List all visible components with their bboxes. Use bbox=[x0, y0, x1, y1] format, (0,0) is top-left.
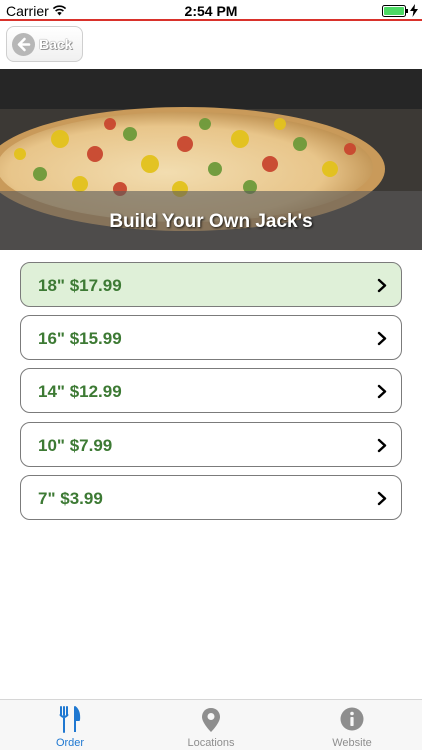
screen: Carrier 2:54 PM Back Build Your Own Jack… bbox=[0, 0, 422, 750]
size-option-14[interactable]: 14" $12.99 bbox=[20, 368, 402, 413]
size-label: 14" $12.99 bbox=[38, 382, 122, 401]
tab-website[interactable]: Website bbox=[282, 700, 422, 750]
tab-bar: Order Locations Website bbox=[0, 699, 422, 750]
tab-locations[interactable]: Locations bbox=[141, 700, 281, 750]
back-arrow-icon bbox=[12, 33, 35, 56]
size-label: 7" $3.99 bbox=[38, 489, 103, 508]
status-time: 2:54 PM bbox=[184, 3, 238, 19]
charging-icon bbox=[410, 4, 418, 17]
chevron-right-icon bbox=[377, 438, 387, 453]
size-label: 18" $17.99 bbox=[38, 276, 122, 295]
back-button[interactable]: Back bbox=[6, 26, 83, 62]
hero-title: Build Your Own Jack's bbox=[109, 211, 313, 232]
size-option-10[interactable]: 10" $7.99 bbox=[20, 422, 402, 467]
tab-label: Locations bbox=[187, 737, 235, 749]
hero-image: Build Your Own Jack's bbox=[0, 69, 422, 250]
size-option-18[interactable]: 18" $17.99 bbox=[20, 262, 402, 307]
size-option-7[interactable]: 7" $3.99 bbox=[20, 475, 402, 520]
chevron-right-icon bbox=[377, 491, 387, 506]
size-option-16[interactable]: 16" $15.99 bbox=[20, 315, 402, 360]
back-label: Back bbox=[39, 36, 73, 52]
chevron-right-icon bbox=[377, 384, 387, 399]
info-icon bbox=[340, 707, 364, 731]
size-label: 16" $15.99 bbox=[38, 329, 122, 348]
tab-order[interactable]: Order bbox=[0, 700, 140, 750]
status-bar: Carrier 2:54 PM bbox=[0, 0, 422, 21]
tab-label: Order bbox=[55, 737, 85, 749]
battery-icon bbox=[382, 5, 408, 17]
chevron-right-icon bbox=[377, 278, 387, 293]
chevron-right-icon bbox=[377, 331, 387, 346]
nav-bar: Back bbox=[0, 23, 422, 69]
location-pin-icon bbox=[202, 708, 220, 732]
tab-label: Website bbox=[332, 737, 372, 749]
size-label: 10" $7.99 bbox=[38, 436, 113, 455]
fork-knife-icon bbox=[59, 706, 81, 733]
